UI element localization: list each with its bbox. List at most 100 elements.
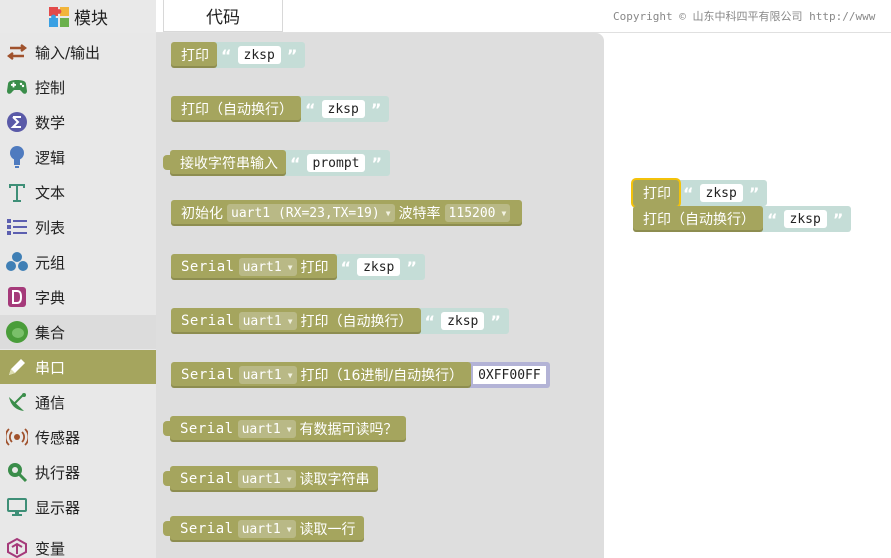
block-label: 读取一行 xyxy=(299,522,356,538)
serial-readline-body: Serial uart1 ▼ 读取一行 xyxy=(163,516,364,542)
port-dropdown[interactable]: uart1 ▼ xyxy=(237,420,296,438)
port-dropdown[interactable]: uart1 (RX=23,TX=19) ▼ xyxy=(227,204,395,222)
sidebar-item-label: 字典 xyxy=(35,288,66,307)
sidebar-item-sensor[interactable]: 传感器 xyxy=(0,420,156,454)
string-block[interactable]: “ zksp ” xyxy=(215,42,306,68)
string-block[interactable]: “ zksp ” xyxy=(334,254,425,280)
string-value[interactable]: zksp xyxy=(237,46,281,64)
hex-value[interactable]: 0XFF00FF xyxy=(473,366,546,384)
dropdown-value: uart1 xyxy=(241,471,281,487)
string-block[interactable]: “ prompt ” xyxy=(284,150,390,176)
sidebar-item-label: 串口 xyxy=(35,358,66,377)
sidebar-item-communication[interactable]: 通信 xyxy=(0,385,156,419)
serial-println-block[interactable]: Serial uart1 ▼ 打印（自动换行） “ zksp ” xyxy=(171,308,509,334)
sidebar-item-input-output[interactable]: 输入/输出 xyxy=(0,35,156,69)
category-sidebar: 输入/输出 控制 数学 逻辑 文本 列表 元组 字典 集合 串口 通信 传感器 … xyxy=(0,33,156,558)
dropdown-value: uart1 xyxy=(242,313,282,329)
serial-read-string-block[interactable]: Serial uart1 ▼ 读取字符串 xyxy=(163,466,378,492)
pen-icon xyxy=(5,355,29,379)
satellite-icon xyxy=(5,390,29,414)
tuple-icon xyxy=(5,250,29,274)
string-block[interactable]: “ zksp ” xyxy=(761,206,852,232)
serial-word: Serial xyxy=(181,367,235,383)
string-block[interactable]: “ zksp ” xyxy=(418,308,509,334)
workspace-println-block[interactable]: 打印（自动换行） “ zksp ” xyxy=(633,206,852,232)
print-block-body: 打印 xyxy=(171,42,217,68)
sidebar-item-label: 执行器 xyxy=(35,463,81,482)
sidebar-item-tuple[interactable]: 元组 xyxy=(0,245,156,279)
port-dropdown[interactable]: uart1 ▼ xyxy=(237,470,296,488)
tab-blocks-label: 模块 xyxy=(74,9,108,29)
sidebar-item-math[interactable]: 数学 xyxy=(0,105,156,139)
tab-blocks[interactable]: 模块 xyxy=(0,0,156,33)
workspace-print-body: 打印 xyxy=(633,180,679,206)
serial-print-block[interactable]: Serial uart1 ▼ 打印 “ zksp ” xyxy=(171,254,425,280)
sidebar-item-serial[interactable]: 串口 xyxy=(0,350,156,384)
math-icon xyxy=(5,110,29,134)
serial-hex-print-block[interactable]: Serial uart1 ▼ 打印（16进制/自动换行） 0XFF00FF xyxy=(171,362,550,388)
chevron-down-icon: ▼ xyxy=(286,474,292,484)
open-quote-icon: “ xyxy=(305,99,316,119)
chevron-down-icon: ▼ xyxy=(501,208,507,218)
serial-init-block[interactable]: 初始化 uart1 (RX=23,TX=19) ▼ 波特率 115200 ▼ xyxy=(171,200,523,226)
baud-dropdown[interactable]: 115200 ▼ xyxy=(444,204,511,222)
string-value[interactable]: zksp xyxy=(357,258,401,276)
string-block[interactable]: “ zksp ” xyxy=(677,180,768,206)
close-quote-icon: ” xyxy=(371,153,382,173)
println-block-body: 打印（自动换行） xyxy=(171,96,301,122)
close-quote-icon: ” xyxy=(490,311,501,331)
block-label: 接收字符串输入 xyxy=(180,156,278,172)
sidebar-item-label: 逻辑 xyxy=(35,148,66,167)
sidebar-item-label: 集合 xyxy=(35,323,66,342)
input-string-block[interactable]: 接收字符串输入 “ prompt ” xyxy=(163,150,390,176)
sidebar-item-label: 控制 xyxy=(35,78,66,97)
string-value[interactable]: zksp xyxy=(321,100,365,118)
sidebar-item-logic[interactable]: 逻辑 xyxy=(0,140,156,174)
gamepad-icon xyxy=(5,75,29,99)
text-icon xyxy=(5,180,29,204)
serial-word: Serial xyxy=(180,521,234,537)
close-quote-icon: ” xyxy=(286,45,298,65)
port-dropdown[interactable]: uart1 ▼ xyxy=(238,258,297,276)
sidebar-item-list[interactable]: 列表 xyxy=(0,210,156,244)
open-quote-icon: “ xyxy=(767,209,778,229)
sidebar-item-label: 变量 xyxy=(35,539,66,558)
block-label: 打印（自动换行） xyxy=(300,314,413,330)
port-dropdown[interactable]: uart1 ▼ xyxy=(238,366,297,384)
println-block[interactable]: 打印（自动换行） “ zksp ” xyxy=(171,96,390,122)
block-label: 打印 xyxy=(300,260,329,276)
port-dropdown[interactable]: uart1 ▼ xyxy=(237,520,296,538)
block-label: 打印（自动换行） xyxy=(181,102,293,118)
serial-available-block[interactable]: Serial uart1 ▼ 有数据可读吗？ xyxy=(163,416,406,442)
string-value[interactable]: zksp xyxy=(441,312,485,330)
sidebar-item-display[interactable]: 显示器 xyxy=(0,490,156,524)
chevron-down-icon: ▼ xyxy=(286,524,292,534)
sidebar-item-text[interactable]: 文本 xyxy=(0,175,156,209)
sidebar-item-dictionary[interactable]: 字典 xyxy=(0,280,156,314)
tab-code[interactable]: 代码 xyxy=(163,0,283,32)
port-dropdown[interactable]: uart1 ▼ xyxy=(238,312,297,330)
block-label: 初始化 xyxy=(181,206,223,222)
sidebar-item-control[interactable]: 控制 xyxy=(0,70,156,104)
string-value[interactable]: zksp xyxy=(699,184,743,202)
string-value[interactable]: prompt xyxy=(306,154,366,172)
sidebar-item-actuator[interactable]: 执行器 xyxy=(0,455,156,489)
block-label: 打印（16进制/自动换行） xyxy=(300,368,464,384)
workspace-print-block[interactable]: 打印 “ zksp ” xyxy=(633,180,768,206)
dropdown-value: 115200 xyxy=(448,205,496,221)
string-block[interactable]: “ zksp ” xyxy=(299,96,390,122)
print-block[interactable]: 打印 “ zksp ” xyxy=(171,42,306,68)
chevron-down-icon: ▼ xyxy=(287,262,293,272)
serial-read-line-block[interactable]: Serial uart1 ▼ 读取一行 xyxy=(163,516,364,542)
string-value[interactable]: zksp xyxy=(783,210,827,228)
lightbulb-icon xyxy=(5,145,29,169)
set-icon xyxy=(5,320,29,344)
sidebar-item-set[interactable]: 集合 xyxy=(0,315,156,349)
hex-value-block[interactable]: 0XFF00FF xyxy=(469,362,550,388)
open-quote-icon: “ xyxy=(340,257,352,277)
block-label: 打印 xyxy=(643,186,671,202)
serial-word: Serial xyxy=(180,421,234,437)
open-quote-icon: “ xyxy=(683,183,694,203)
sidebar-item-variable[interactable]: 变量 xyxy=(0,531,156,558)
sidebar-item-label: 显示器 xyxy=(35,498,81,517)
